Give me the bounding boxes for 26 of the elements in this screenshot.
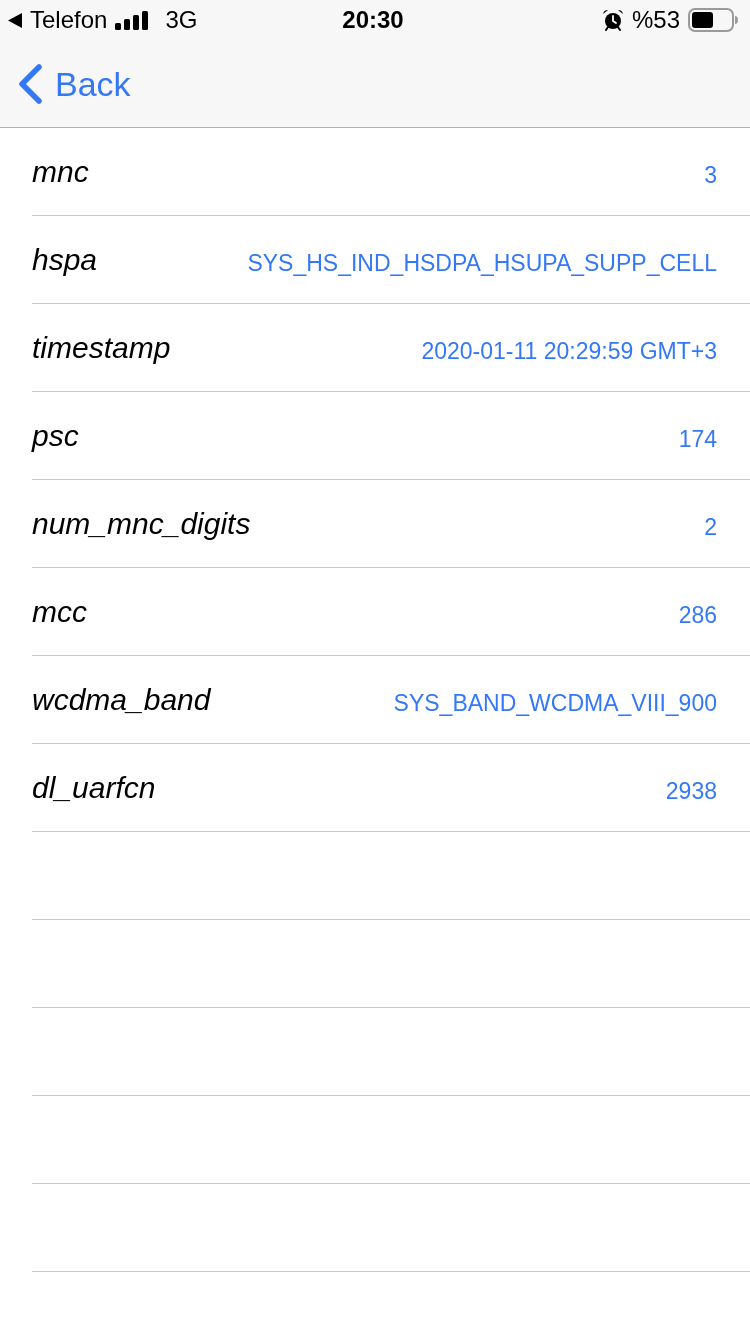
field-name: mcc	[32, 593, 87, 630]
field-value: SYS_HS_IND_HSDPA_HSUPA_SUPP_CELL	[247, 248, 717, 277]
battery-percentage: %53	[631, 6, 680, 34]
field-value: 174	[678, 424, 717, 453]
status-time: 20:30	[342, 6, 404, 34]
field-name: num_mnc_digits	[32, 505, 251, 542]
back-triangle-icon[interactable]	[8, 12, 22, 28]
field-value: 2938	[665, 776, 717, 805]
field-name: psc	[32, 417, 79, 454]
back-to-app-label[interactable]: Telefon	[30, 6, 108, 34]
field-value: 2020-01-11 20:29:59 GMT+3	[421, 336, 717, 365]
field-name: mnc	[32, 153, 89, 190]
field-value: 3	[704, 160, 717, 189]
signal-bars-icon	[115, 10, 150, 30]
field-value: 286	[678, 600, 717, 629]
alarm-clock-icon	[601, 9, 624, 31]
field-name: timestamp	[32, 329, 171, 366]
field-value: 2	[704, 512, 717, 541]
field-value: SYS_BAND_WCDMA_VIII_900	[393, 688, 717, 717]
field-name: dl_uarfcn	[32, 769, 156, 806]
field-name: hspa	[32, 241, 98, 278]
chevron-left-icon	[17, 63, 43, 104]
field-name: wcdma_band	[32, 681, 211, 718]
network-type: 3G	[165, 6, 198, 34]
back-button[interactable]: Back	[17, 63, 131, 104]
battery-icon	[688, 8, 738, 32]
